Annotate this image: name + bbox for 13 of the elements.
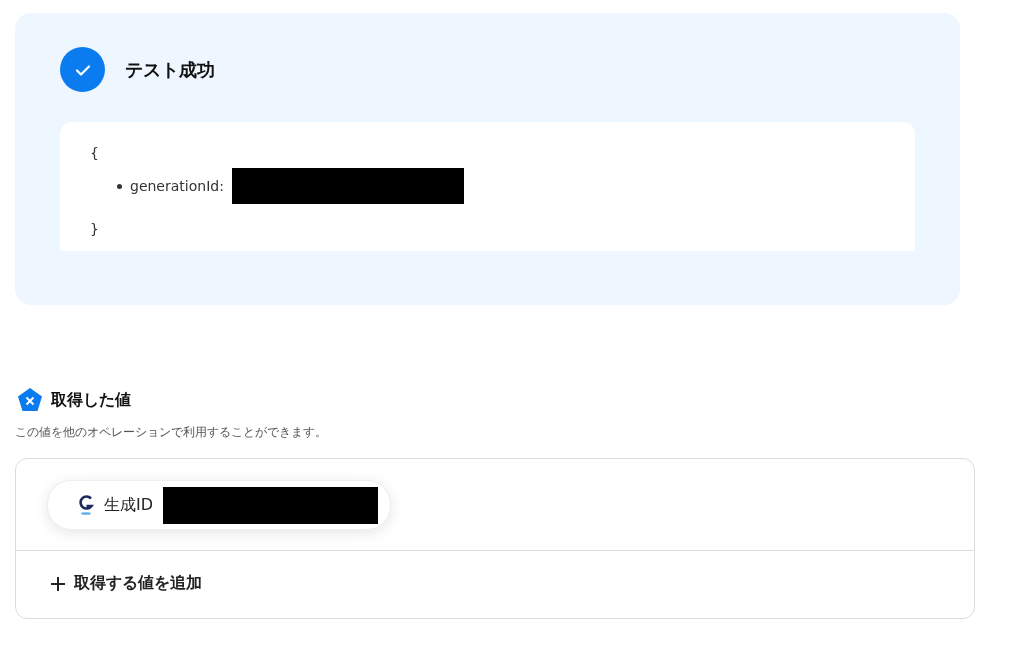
section-title: 取得した値: [51, 389, 131, 411]
variable-icon: [17, 387, 43, 413]
app-logo-icon: [78, 495, 94, 515]
open-brace: {: [90, 144, 100, 162]
add-value-button[interactable]: 取得する値を追加: [16, 551, 236, 618]
output-key: generationId:: [130, 178, 224, 194]
bullet-icon: [117, 183, 122, 189]
plus-icon: [50, 575, 66, 592]
result-title: テスト成功: [125, 57, 215, 82]
value-label: 生成ID: [104, 494, 154, 516]
close-brace: }: [90, 220, 100, 238]
section-description: この値を他のオペレーションで利用することができます。: [15, 425, 328, 440]
value-chip[interactable]: 生成ID: [47, 480, 392, 530]
